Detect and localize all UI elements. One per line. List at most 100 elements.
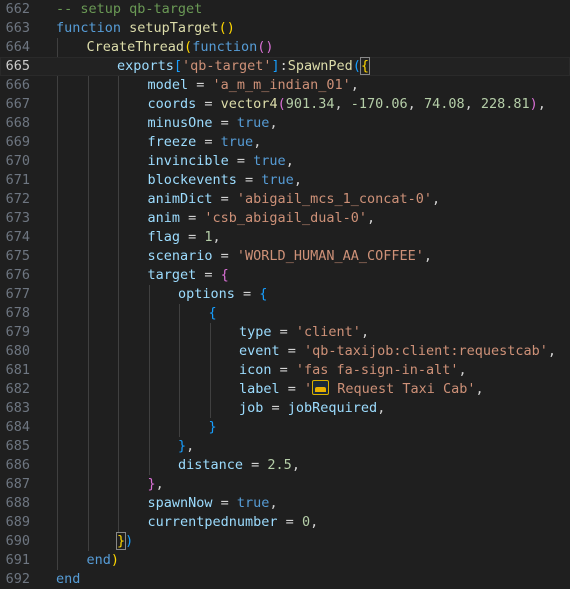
code-token: invincible [147,153,229,169]
code-line[interactable]: 689 currentpednumber = 0, [0,513,570,532]
code-token: 'qb-target' [182,58,272,74]
code-token: true [220,134,254,150]
code-token: , [350,77,359,93]
code-line[interactable]: 665 exports['qb-target']:SpawnPed({ [0,57,570,76]
code-token: 74.08 [423,96,465,112]
code-token: = [277,514,302,530]
line-number: 675 [5,248,30,264]
code-line[interactable]: 667 coords = vector4(901.34, -170.06, 74.… [0,95,570,114]
code-text: }) [115,532,133,551]
line-number: 678 [5,305,30,321]
line-number: 679 [5,324,30,340]
code-line[interactable]: 675 scenario = 'WORLD_HUMAN_AA_COFFEE', [0,247,570,266]
code-token: = [236,172,262,188]
code-line[interactable]: 690}) [0,532,570,551]
line-number: 671 [5,172,30,188]
code-line[interactable]: 691 end) [0,551,570,570]
code-token: () [218,20,235,36]
code-line[interactable]: 666 model = 'a_m_m_indian_01', [0,76,570,95]
code-token: : [279,58,288,74]
code-line[interactable]: 692 end [0,570,570,589]
code-token: type [239,324,272,340]
code-token: freeze [147,134,197,150]
code-line[interactable]: 674 flag = 1, [0,228,570,247]
code-token: ( [277,96,286,112]
code-line[interactable]: 673 anim = 'csb_abigail_dual-0', [0,209,570,228]
line-number: 689 [5,514,30,530]
code-token: jobRequired [287,400,378,416]
code-token: coords [147,96,197,112]
code-token: -170.06 [350,96,408,112]
code-text: anim = 'csb_abigail_dual-0', [148,209,376,228]
code-line[interactable]: 668 minusOne = true, [0,114,570,133]
line-number: 664 [5,39,30,55]
line-number: 688 [5,495,30,511]
code-token: } [178,438,187,454]
code-line[interactable]: 663 function setupTarget() [0,19,570,38]
code-line[interactable]: 680 event = 'qb-taxijob:client:requestcab… [0,342,570,361]
code-line[interactable]: 685}, [0,437,570,456]
line-number: 663 [5,20,30,36]
code-line[interactable]: 679 type = 'client', [0,323,570,342]
line-number: 667 [5,96,30,112]
code-token: 'fas fa-sign-in-alt' [295,362,459,378]
code-editor[interactable]: 662 -- setup qb-target 663 function setupTa… [0,0,570,587]
code-line[interactable]: 672 animDict = 'abigail_mcs_1_concat-0', [0,190,570,209]
code-line[interactable]: 669 freeze = true, [0,133,570,152]
code-token: , [310,514,319,530]
code-token: , [269,495,278,511]
code-token: = [228,153,254,169]
code-text: -- setup qb-target [56,0,202,19]
code-token: SpawnPed [287,58,353,74]
code-text: scenario = 'WORLD_HUMAN_AA_COFFEE', [148,247,433,266]
code-line[interactable]: 676 target = { [0,266,570,285]
code-token: ) [529,96,538,112]
code-token: true [261,172,294,188]
code-text: spawnNow = true, [148,494,278,513]
code-line[interactable]: 686 distance = 2.5, [0,456,570,475]
code-text: minusOne = true, [148,114,278,133]
code-text: end [56,570,80,589]
code-text: icon = 'fas fa-sign-in-alt', [239,361,467,380]
code-line[interactable]: 682 label = ' Request Taxi Cab', [0,380,570,399]
code-line[interactable]: 684} [0,418,570,437]
code-token: , [212,229,221,245]
code-line[interactable]: 670 invincible = true, [0,152,570,171]
code-line[interactable]: 677 options = { [0,285,570,304]
code-token: = [196,96,221,112]
code-token: exports [117,58,174,74]
code-line[interactable]: 683 job = jobRequired, [0,399,570,418]
code-token: , [155,476,164,492]
code-token: 0 [301,514,311,530]
code-token: function [56,20,130,36]
code-token: ' [304,381,313,397]
line-number: 684 [5,419,30,435]
code-token: , [475,381,484,397]
code-token: function [192,39,258,55]
code-token: , [366,210,376,226]
code-token: end [56,571,81,587]
code-token: currentpednumber [147,514,278,530]
code-token: 'csb_abigail_dual-0' [204,210,367,226]
code-token: , [547,343,557,359]
code-line[interactable]: 678 { [0,304,570,323]
code-line[interactable]: 671 blockevents = true, [0,171,570,190]
code-line[interactable]: 688 spawnNow = true, [0,494,570,513]
code-text: currentpednumber = 0, [148,513,319,532]
code-token: , [293,172,302,188]
code-line[interactable]: 681 icon = 'fas fa-sign-in-alt', [0,361,570,380]
line-number: 680 [5,343,30,359]
code-token: = [180,210,205,226]
code-line[interactable]: 662 -- setup qb-target [0,0,570,19]
code-token: { [259,286,268,302]
line-number: 681 [5,362,30,378]
code-line[interactable]: 687}, [0,475,570,494]
line-number: 662 [5,1,30,17]
code-token: 228.81 [480,96,530,112]
code-text: distance = 2.5, [178,456,300,475]
code-line[interactable]: 664 CreateThread(function() [0,38,570,57]
code-token: = [212,248,237,264]
code-token: = [263,400,288,416]
line-number: 665 [5,58,30,74]
code-token: true [236,115,270,131]
